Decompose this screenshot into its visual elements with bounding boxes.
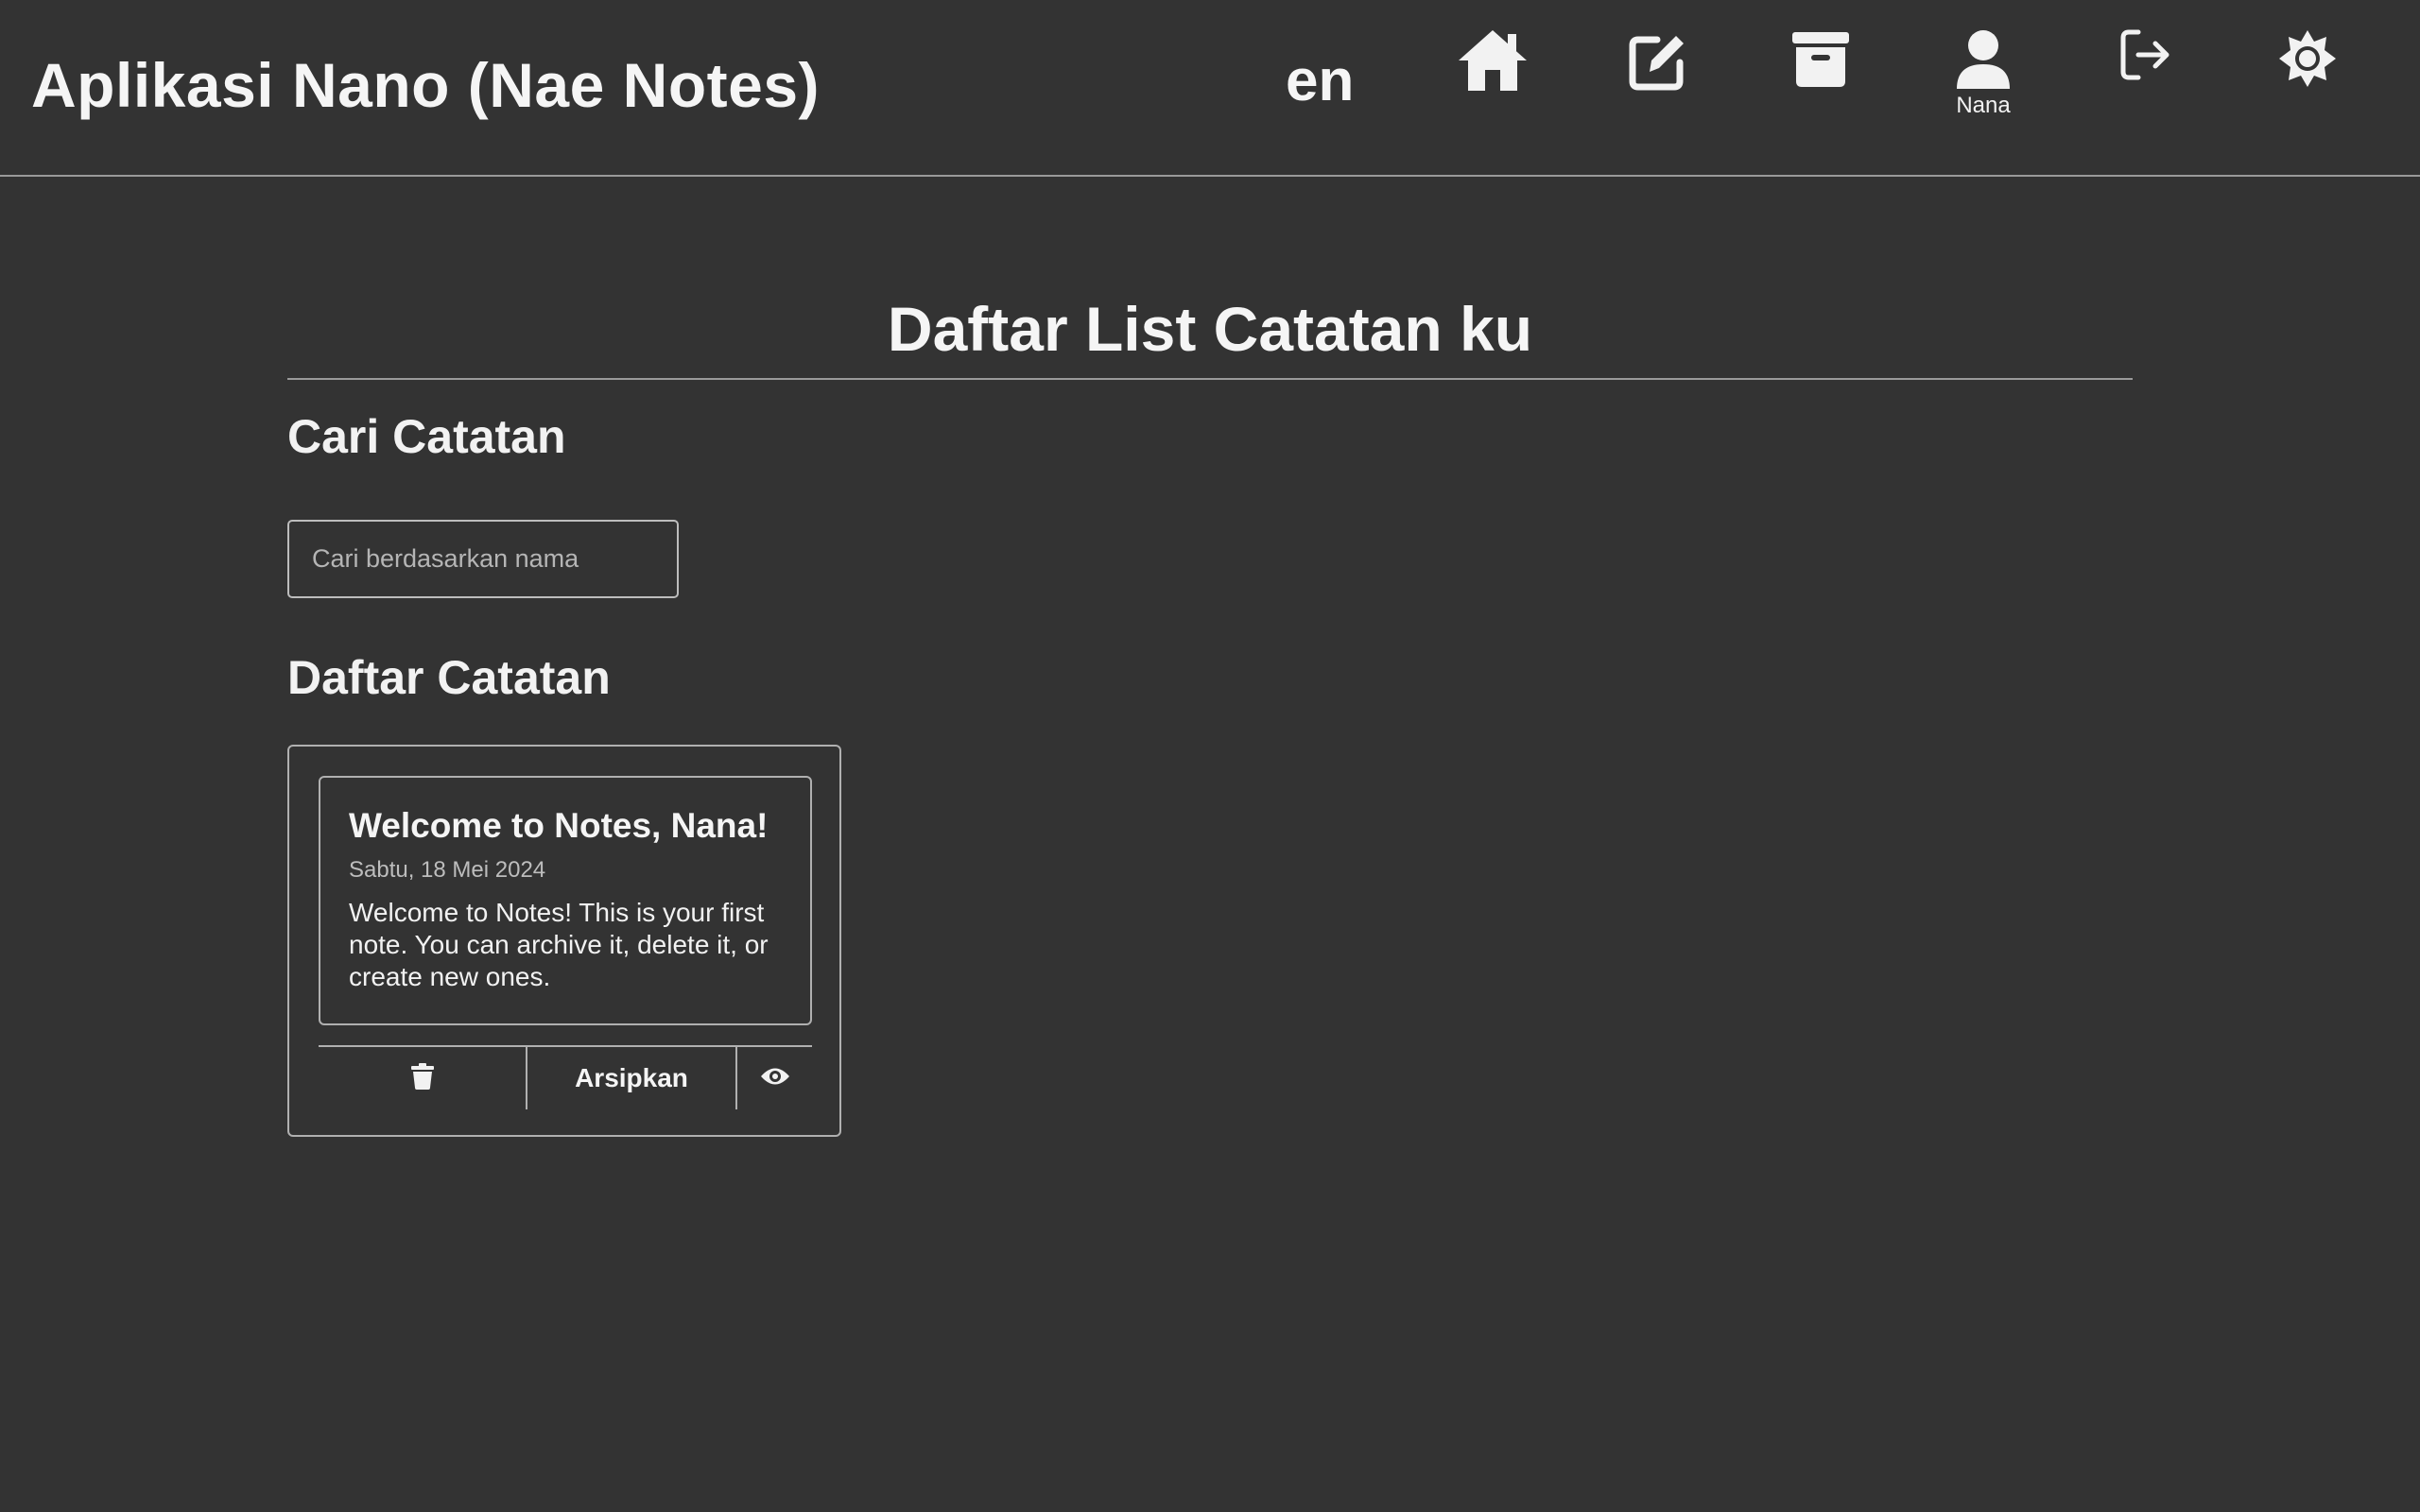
language-toggle[interactable]: en [1286, 47, 1354, 114]
note-item: Welcome to Notes, Nana! Sabtu, 18 Mei 20… [287, 745, 841, 1137]
user-name: Nana [1956, 93, 2011, 118]
note-title[interactable]: Welcome to Notes, Nana! [349, 806, 782, 846]
note-date: Sabtu, 18 Mei 2024 [349, 857, 546, 883]
trash-icon [410, 1062, 434, 1094]
view-note-button[interactable] [737, 1047, 812, 1109]
logout-icon [2119, 28, 2172, 81]
search-input[interactable] [287, 520, 679, 598]
search-section-title: Cari Catatan [287, 410, 566, 463]
page-title: Daftar List Catatan ku [887, 294, 1533, 364]
logout-button[interactable] [2089, 28, 2203, 142]
app-title: Aplikasi Nano (Nae Notes) [31, 50, 821, 120]
delete-note-button[interactable] [319, 1047, 527, 1109]
archived-nav-button[interactable] [1764, 28, 1877, 142]
note-body: Welcome to Notes! This is your first not… [349, 898, 769, 991]
note-actions: Arsipkan [319, 1045, 812, 1109]
eye-icon [760, 1066, 790, 1091]
top-navigation-bar: Aplikasi Nano (Nae Notes) en Nana [0, 0, 2420, 177]
home-icon [1457, 28, 1529, 93]
theme-toggle-button[interactable] [2251, 28, 2364, 142]
archive-note-button[interactable]: Arsipkan [527, 1047, 737, 1109]
home-nav-button[interactable] [1436, 28, 1549, 142]
heading-divider [287, 378, 2133, 380]
user-profile[interactable]: Nana [1927, 28, 2040, 142]
add-note-nav-button[interactable] [1600, 28, 1714, 142]
note-card[interactable]: Welcome to Notes, Nana! Sabtu, 18 Mei 20… [319, 776, 812, 1025]
archive-icon [1790, 28, 1851, 89]
edit-icon [1625, 28, 1689, 93]
user-icon [1955, 28, 2012, 89]
sun-icon [2277, 28, 2338, 89]
notes-list-title: Daftar Catatan [287, 651, 611, 704]
